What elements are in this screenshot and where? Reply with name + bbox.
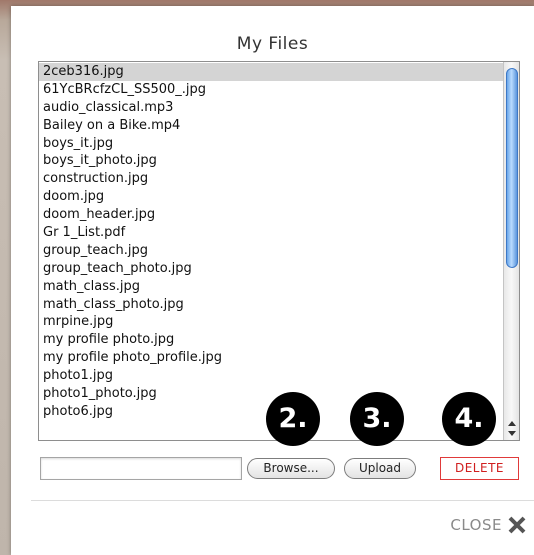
close-x-icon[interactable] <box>508 516 526 534</box>
close-label: CLOSE <box>450 516 502 534</box>
scroll-down-arrow-icon[interactable] <box>508 431 516 436</box>
file-list-item[interactable]: mrpine.jpg <box>39 313 503 331</box>
step-badge-2: 2. <box>266 392 320 446</box>
dialog-title: My Files <box>236 34 309 54</box>
file-list-item[interactable]: my profile photo_profile.jpg <box>39 349 503 367</box>
file-list-item[interactable]: math_class_photo.jpg <box>39 296 503 314</box>
my-files-dialog: My Files 2ceb316.jpg 61YcBRcfzCL_SS500_.j… <box>11 6 534 555</box>
file-list-item[interactable]: photo1.jpg <box>39 367 503 385</box>
file-list-item[interactable]: doom.jpg <box>39 188 503 206</box>
file-list-item[interactable]: Bailey on a Bike.mp4 <box>39 117 503 135</box>
scroll-up-arrow-icon[interactable] <box>508 421 516 426</box>
footer-divider <box>31 500 534 501</box>
scrollbar-thumb[interactable] <box>506 68 518 268</box>
file-list-item[interactable]: group_teach.jpg <box>39 242 503 260</box>
file-list-item[interactable]: boys_it.jpg <box>39 135 503 153</box>
file-list-item[interactable]: 61YcBRcfzCL_SS500_.jpg <box>39 81 503 99</box>
file-list-item[interactable]: boys_it_photo.jpg <box>39 152 503 170</box>
close-button[interactable]: CLOSE <box>450 514 526 536</box>
list-scrollbar[interactable] <box>503 62 519 440</box>
delete-button[interactable]: DELETE <box>440 457 519 480</box>
file-list-item[interactable]: math_class.jpg <box>39 278 503 296</box>
step-badge-4: 4. <box>442 392 496 446</box>
file-list-item[interactable]: construction.jpg <box>39 170 503 188</box>
file-list-item[interactable]: my profile photo.jpg <box>39 331 503 349</box>
file-list-item[interactable]: doom_header.jpg <box>39 206 503 224</box>
file-list-item[interactable]: 2ceb316.jpg <box>39 63 503 81</box>
file-list-item[interactable]: audio_classical.mp3 <box>39 99 503 117</box>
step-badge-3: 3. <box>350 392 404 446</box>
file-listbox[interactable]: 2ceb316.jpg 61YcBRcfzCL_SS500_.jpg audio_c… <box>38 61 520 441</box>
file-path-input[interactable] <box>40 457 242 480</box>
file-list[interactable]: 2ceb316.jpg 61YcBRcfzCL_SS500_.jpg audio_c… <box>39 63 503 440</box>
file-list-item[interactable]: group_teach_photo.jpg <box>39 260 503 278</box>
file-list-item[interactable]: Gr 1_List.pdf <box>39 224 503 242</box>
file-list-item[interactable]: photo1_photo.jpg <box>39 385 503 403</box>
browse-button[interactable]: Browse... <box>247 458 335 479</box>
upload-button[interactable]: Upload <box>344 458 416 479</box>
